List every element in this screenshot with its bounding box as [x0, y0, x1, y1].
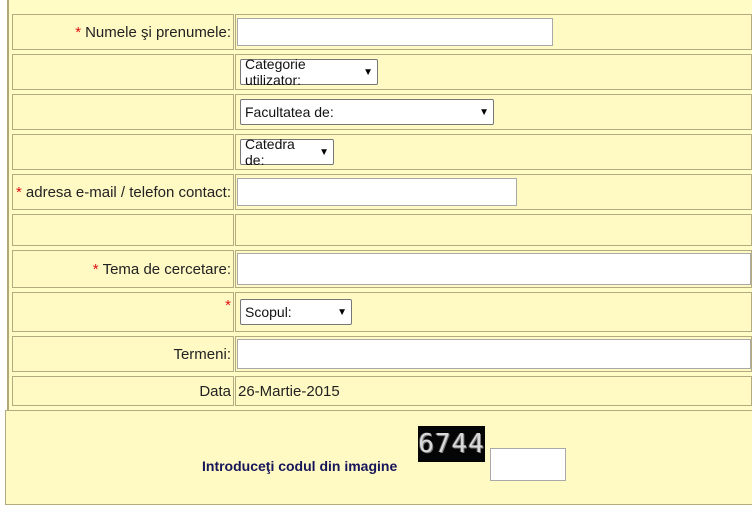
category-select-value: Categorie utilizator:	[245, 56, 306, 88]
category-select[interactable]: Categorie utilizator: ▼	[240, 56, 378, 88]
topic-label: Tema de cercetare:	[102, 260, 231, 278]
terms-field-cell	[235, 336, 752, 372]
topic-field-cell	[235, 250, 752, 288]
chevron-down-icon: ▼	[319, 146, 329, 158]
chevron-down-icon: ▼	[479, 106, 489, 118]
department-select[interactable]: Catedra de: ▼	[240, 136, 334, 168]
spacer-field-cell	[235, 214, 752, 246]
required-marker: *	[225, 297, 231, 314]
purpose-label-cell: *	[12, 292, 234, 332]
spacer-label-cell	[12, 214, 234, 246]
email-field-cell	[235, 174, 752, 210]
department-field-cell: Catedra de: ▼	[235, 134, 752, 170]
faculty-label-cell	[12, 94, 234, 130]
name-label-cell: * Numele şi prenumele:	[12, 14, 234, 50]
name-field-cell	[235, 14, 752, 50]
captcha-cell: Introduceţi codul din imagine	[5, 410, 752, 505]
date-label: Data	[199, 382, 231, 400]
name-label: Numele şi prenumele:	[85, 23, 231, 41]
purpose-select-value: Scopul:	[245, 304, 292, 320]
captcha-label: Introduceţi codul din imagine	[202, 458, 398, 474]
email-label: adresa e-mail / telefon contact:	[25, 183, 231, 201]
chevron-down-icon: ▼	[337, 306, 347, 318]
faculty-field-cell: Facultatea de: ▼	[235, 94, 752, 130]
purpose-field-cell: Scopul: ▼	[235, 292, 752, 332]
required-marker: *	[75, 23, 82, 41]
department-select-value: Catedra de:	[245, 136, 295, 168]
required-marker: *	[16, 183, 22, 201]
topic-label-cell: * Tema de cercetare:	[12, 250, 234, 288]
faculty-select-value: Facultatea de:	[245, 104, 334, 120]
terms-label: Termeni:	[173, 345, 231, 363]
date-value-cell: 26-Martie-2015	[235, 376, 752, 406]
name-input[interactable]	[237, 18, 553, 46]
date-label-cell: Data	[12, 376, 234, 406]
category-label-cell	[12, 54, 234, 90]
terms-label-cell: Termeni:	[12, 336, 234, 372]
purpose-select[interactable]: Scopul: ▼	[240, 299, 352, 325]
date-value: 26-Martie-2015	[238, 382, 340, 400]
chevron-down-icon: ▼	[363, 66, 373, 78]
captcha-image: 6744	[418, 426, 485, 462]
department-label-cell	[12, 134, 234, 170]
email-label-cell: * adresa e-mail / telefon contact:	[12, 174, 234, 210]
category-field-cell: Categorie utilizator: ▼	[235, 54, 752, 90]
faculty-select[interactable]: Facultatea de: ▼	[240, 99, 494, 125]
terms-input[interactable]	[237, 339, 751, 369]
required-marker: *	[92, 260, 99, 278]
topic-input[interactable]	[237, 253, 751, 285]
email-input[interactable]	[237, 178, 517, 206]
captcha-input[interactable]	[490, 448, 566, 481]
